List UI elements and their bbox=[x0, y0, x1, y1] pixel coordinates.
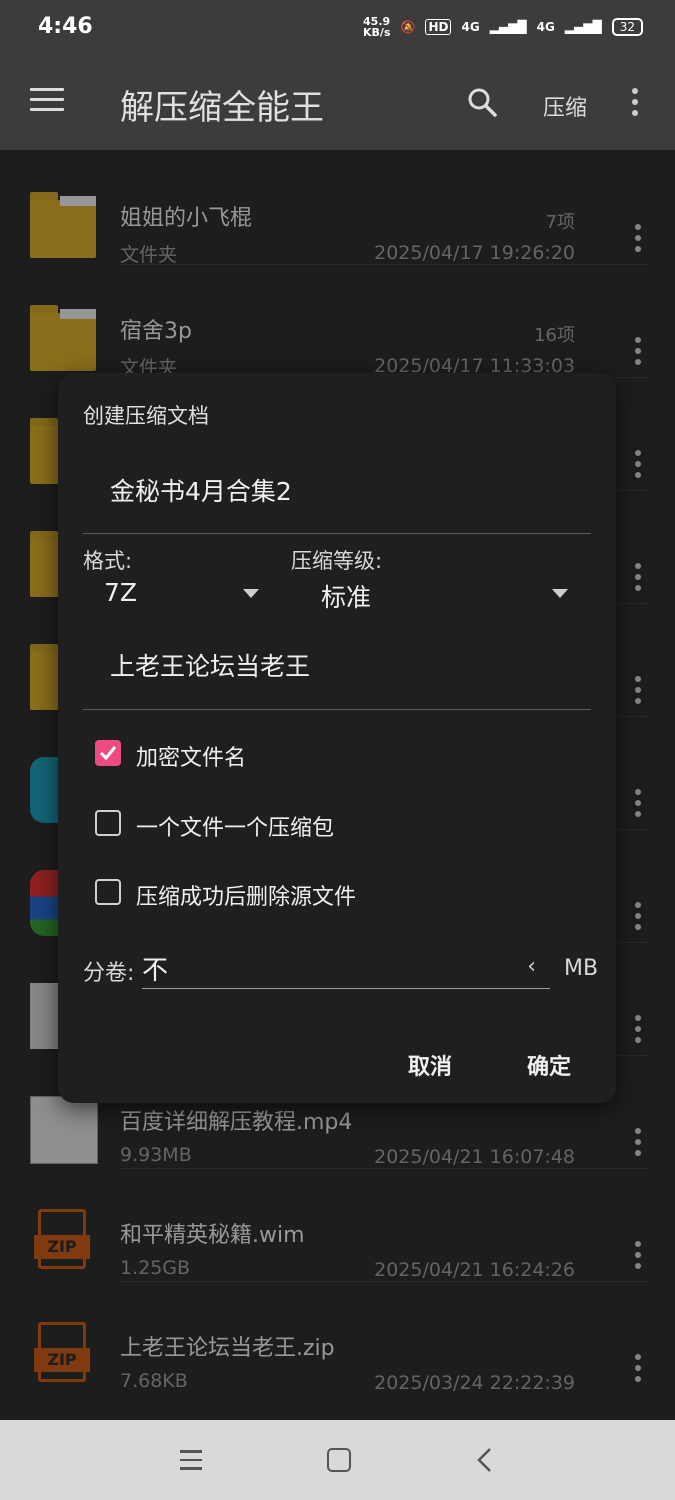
search-icon[interactable] bbox=[466, 86, 498, 118]
checkbox-encrypt-filenames[interactable] bbox=[95, 740, 121, 766]
app-title: 解压缩全能王 bbox=[120, 88, 324, 128]
status-bar: 4:46 45.9 KB/s 🔕 HD 4G ▂▄▆█ 4G ▂▄▆█ 32 bbox=[0, 0, 675, 58]
level-label: 压缩等级: bbox=[291, 549, 383, 573]
more-icon[interactable] bbox=[632, 88, 638, 121]
chevron-down-icon[interactable] bbox=[552, 589, 568, 598]
signal-icon: ▂▄▆█ bbox=[564, 20, 602, 34]
signal-1: 4G bbox=[461, 20, 480, 34]
password-field[interactable]: 上老王论坛当老王 bbox=[83, 631, 591, 710]
dialog-title: 创建压缩文档 bbox=[83, 404, 209, 428]
checkbox-one-file-per-archive[interactable] bbox=[95, 810, 121, 836]
hd-badge: HD bbox=[425, 19, 452, 35]
network-speed: 45.9 KB/s bbox=[363, 15, 391, 39]
app-bar: 解压缩全能王 压缩 bbox=[0, 58, 675, 150]
level-select[interactable]: 标准 bbox=[321, 578, 371, 614]
compress-button[interactable]: 压缩 bbox=[543, 90, 587, 122]
mute-icon: 🔕 bbox=[400, 20, 416, 34]
create-archive-dialog: 创建压缩文档 金秘书4月合集2 格式: 7Z 压缩等级: 标准 上老王论坛当老王… bbox=[58, 373, 616, 1103]
confirm-button[interactable]: 确定 bbox=[527, 1049, 571, 1081]
battery-icon: 32 bbox=[611, 18, 643, 36]
signal-icon: ▂▄▆█ bbox=[489, 20, 527, 34]
format-select[interactable]: 7Z bbox=[104, 578, 137, 607]
menu-icon[interactable] bbox=[30, 88, 64, 118]
volume-input[interactable]: 不 ‹ bbox=[142, 954, 550, 989]
home-icon[interactable] bbox=[327, 1448, 351, 1472]
checkbox-delete-source[interactable] bbox=[95, 879, 121, 905]
chevron-down-icon[interactable] bbox=[243, 589, 259, 598]
cancel-button[interactable]: 取消 bbox=[408, 1049, 452, 1081]
format-label: 格式: bbox=[83, 549, 133, 573]
recents-icon[interactable] bbox=[180, 1450, 202, 1476]
signal-2: 4G bbox=[536, 20, 555, 34]
volume-unit: MB bbox=[564, 956, 599, 981]
clock: 4:46 bbox=[38, 14, 93, 39]
volume-label: 分卷: bbox=[83, 961, 135, 986]
system-nav-bar bbox=[0, 1420, 675, 1500]
chevron-left-icon[interactable]: ‹ bbox=[527, 954, 536, 979]
filename-field[interactable]: 金秘书4月合集2 bbox=[83, 458, 591, 534]
back-icon[interactable] bbox=[475, 1446, 495, 1474]
